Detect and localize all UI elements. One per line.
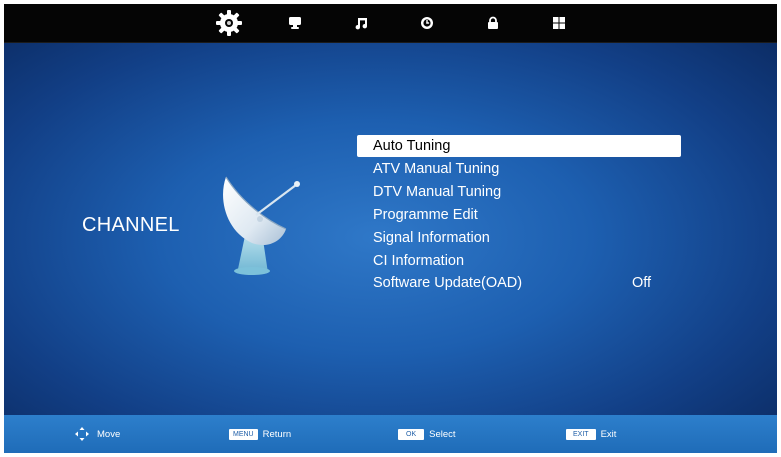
top-tab-bar — [4, 4, 777, 43]
tab-picture[interactable] — [262, 4, 328, 42]
ok-key-badge: OK — [398, 428, 425, 440]
hint-return: MENU Return — [229, 415, 291, 453]
menu-item-programme-edit[interactable]: Programme Edit — [357, 204, 681, 226]
menu-item-label: Signal Information — [373, 230, 490, 246]
exit-key-badge: EXIT — [566, 428, 596, 440]
satellite-dish-icon — [223, 176, 300, 275]
gear-icon — [216, 10, 242, 36]
menu-item-signal-information[interactable]: Signal Information — [357, 227, 681, 249]
footer-hint-bar: Move MENU Return OK Select EXIT Exit — [4, 415, 777, 453]
menu-item-label: ATV Manual Tuning — [373, 161, 500, 177]
menu-item-label: Programme Edit — [373, 207, 478, 223]
hint-move: Move — [74, 415, 120, 453]
tab-setup-grid[interactable] — [526, 4, 592, 42]
tab-lock[interactable] — [460, 4, 526, 42]
menu-item-label: DTV Manual Tuning — [373, 184, 502, 200]
section-title: CHANNEL — [82, 214, 180, 236]
menu-item-auto-tuning[interactable]: Auto Tuning — [357, 135, 681, 157]
menu-key-badge: MENU — [229, 428, 258, 440]
clock-icon — [421, 17, 433, 29]
menu-item-atv-manual-tuning[interactable]: ATV Manual Tuning — [357, 158, 681, 180]
music-note-icon — [355, 18, 367, 30]
hint-select: OK Select — [398, 415, 456, 453]
hint-move-label: Move — [97, 428, 121, 440]
monitor-icon — [289, 17, 301, 29]
tv-menu-screen: CHANNEL Auto Tuning ATV Manual Tuning DT… — [4, 4, 777, 453]
lock-icon — [488, 16, 498, 29]
tab-time[interactable] — [394, 4, 460, 42]
menu-item-software-update[interactable]: Software Update(OAD) Off — [357, 272, 681, 294]
menu-item-dtv-manual-tuning[interactable]: DTV Manual Tuning — [357, 181, 681, 203]
tab-setup[interactable] — [196, 4, 262, 42]
menu-item-label: Auto Tuning — [373, 138, 451, 154]
menu-item-ci-information[interactable]: CI Information — [357, 250, 681, 272]
hint-return-label: Return — [262, 428, 292, 440]
tab-sound[interactable] — [328, 4, 394, 42]
grid-icon — [553, 17, 565, 29]
arrows-icon — [75, 427, 89, 441]
hint-select-label: Select — [429, 428, 456, 440]
menu-item-value: Off — [632, 275, 652, 291]
menu-item-label: Software Update(OAD) — [373, 275, 523, 291]
hint-exit-label: Exit — [600, 428, 617, 440]
hint-exit: EXIT Exit — [566, 415, 616, 453]
menu-item-label: CI Information — [373, 253, 465, 269]
